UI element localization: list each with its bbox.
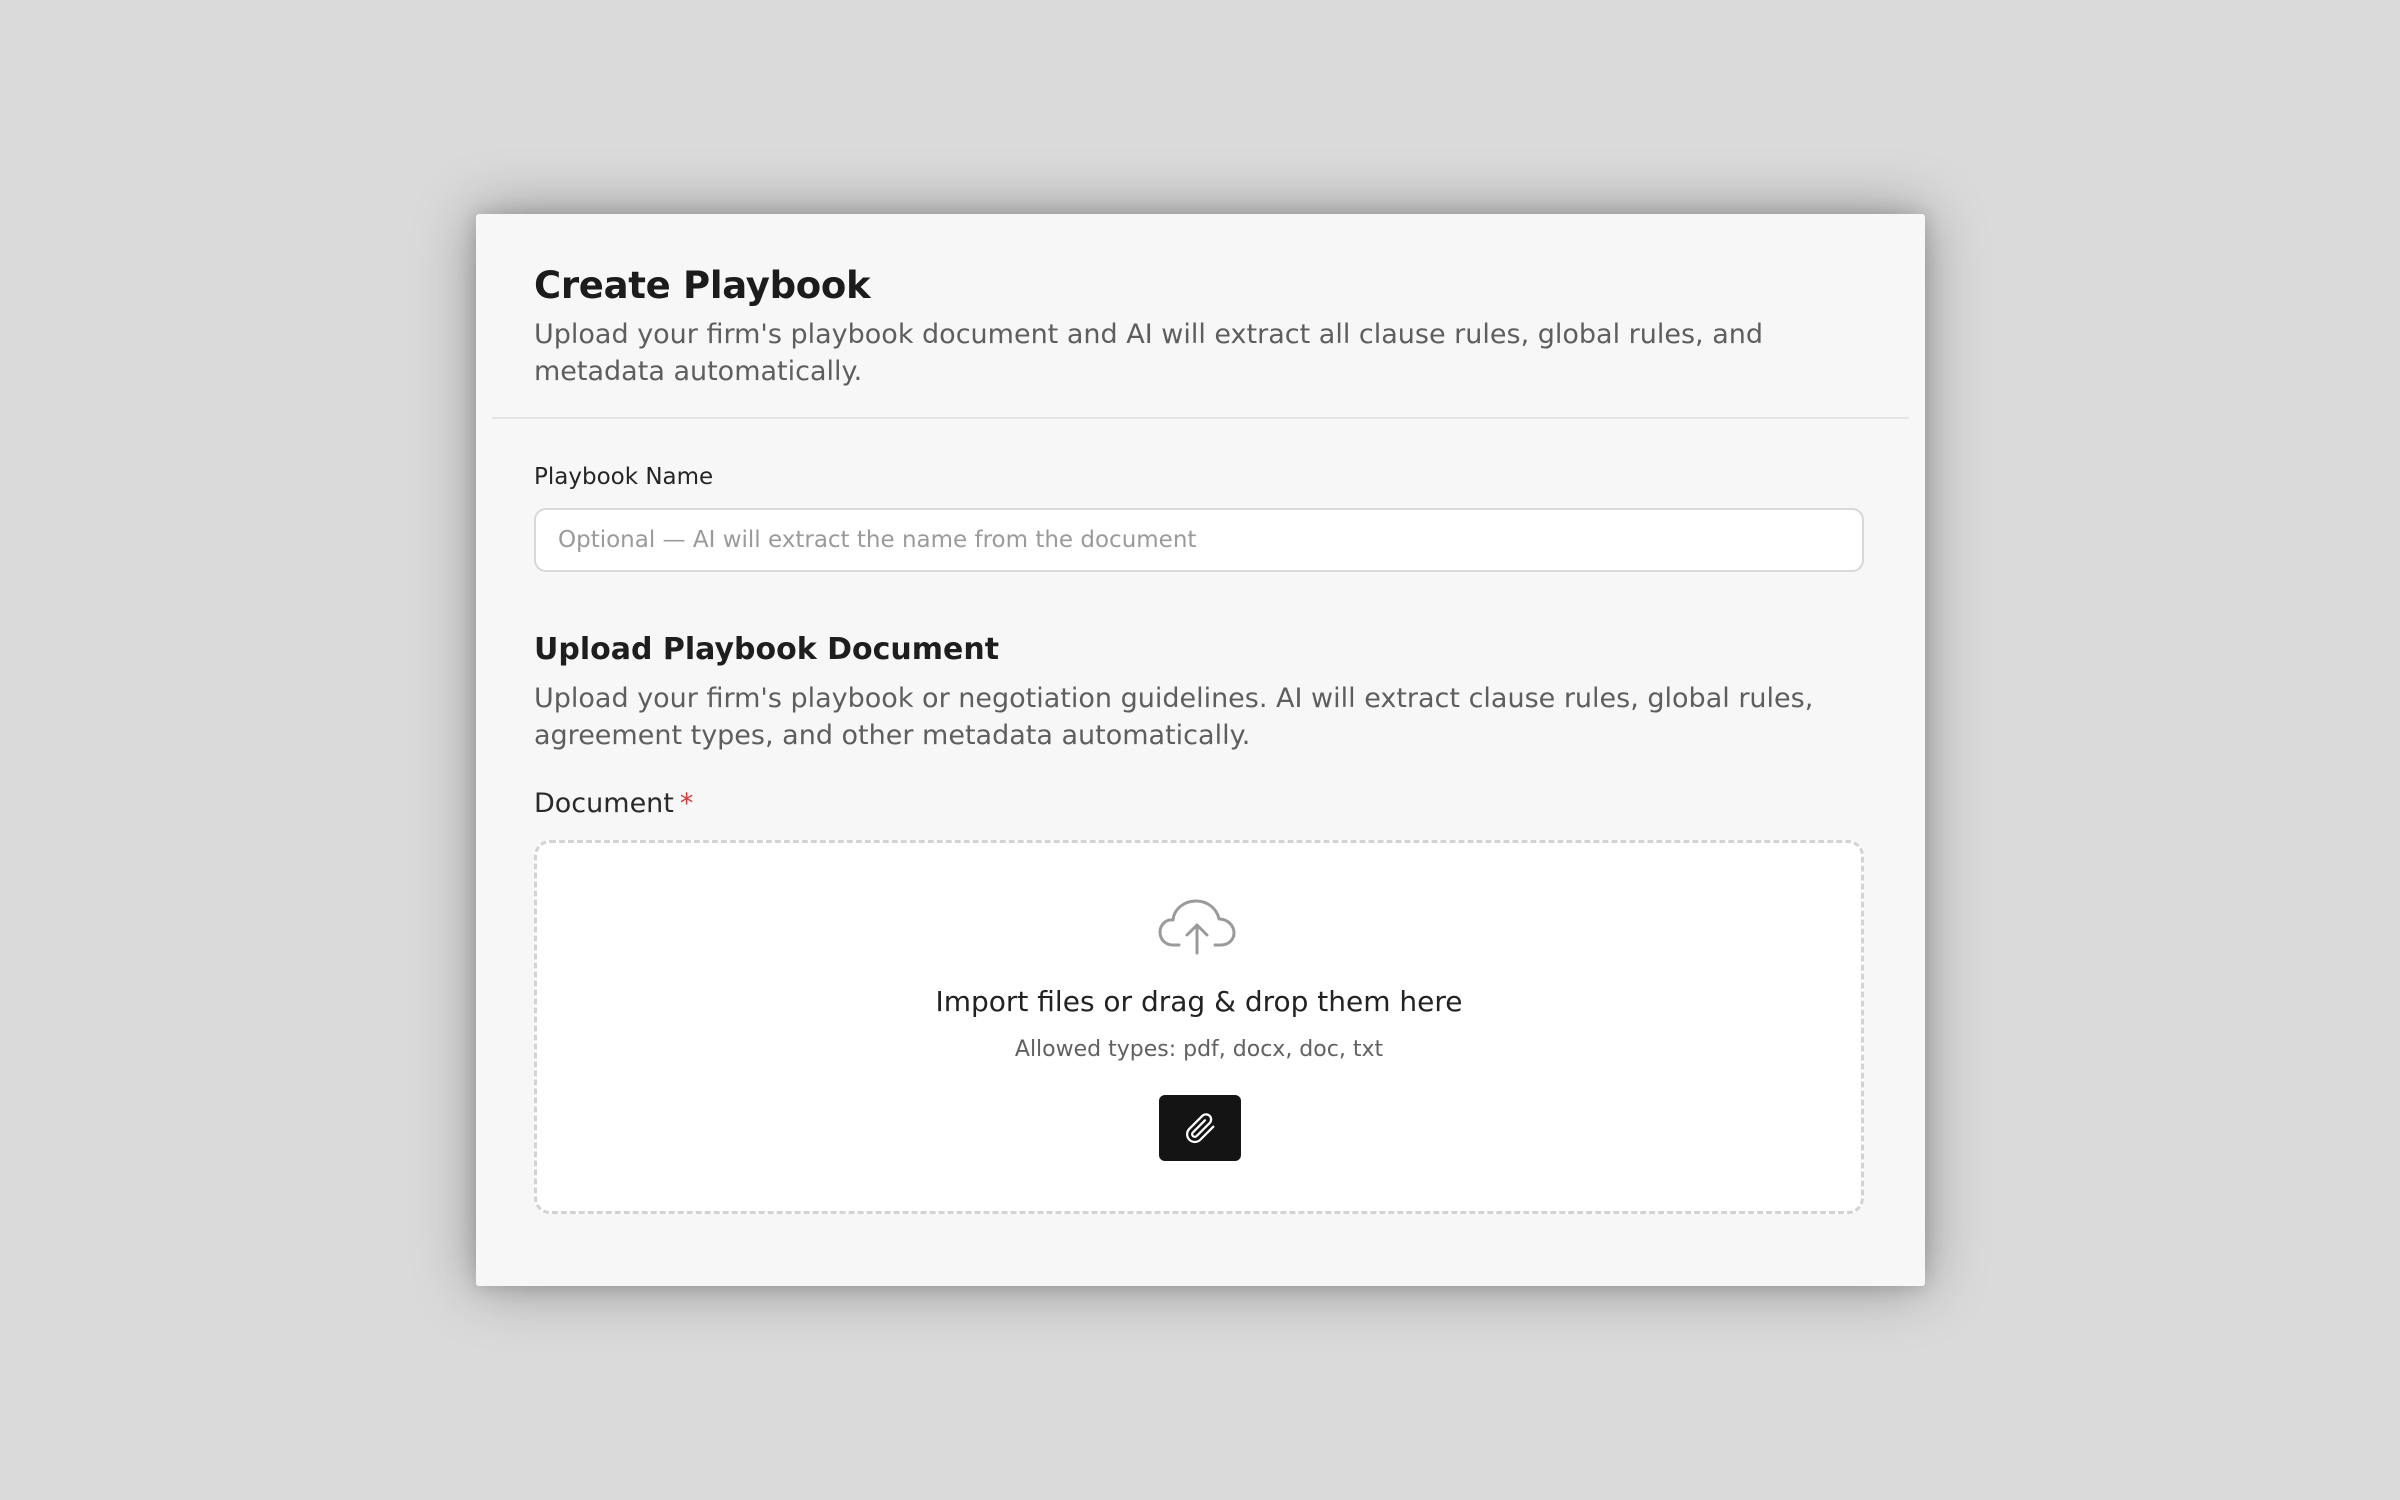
playbook-name-label: Playbook Name (534, 464, 714, 490)
upload-section-title: Upload Playbook Document (534, 632, 1000, 667)
upload-section-description: Upload your firm's playbook or negotiati… (534, 683, 1814, 751)
header-divider (492, 417, 1909, 419)
paperclip-icon (1186, 1113, 1215, 1144)
modal-subtitle: Upload your firm's playbook document and… (534, 319, 1764, 387)
document-label: Document * (534, 788, 693, 819)
required-marker: * (679, 788, 694, 819)
modal-title: Create Playbook (534, 264, 871, 307)
playbook-name-input[interactable] (534, 508, 1864, 572)
modal-header: Create Playbook Upload your firm's playb… (476, 214, 1925, 390)
attach-file-button[interactable] (1159, 1095, 1241, 1161)
dropzone-prompt: Import files or drag & drop them here (935, 985, 1463, 1018)
create-playbook-modal: Create Playbook Upload your firm's playb… (476, 214, 1925, 1286)
allowed-types-text: Allowed types: pdf, docx, doc, txt (1014, 1037, 1384, 1062)
file-dropzone[interactable]: Import files or drag & drop them here Al… (534, 840, 1864, 1214)
cloud-upload-icon (1158, 899, 1236, 955)
document-label-text: Document (534, 788, 674, 819)
